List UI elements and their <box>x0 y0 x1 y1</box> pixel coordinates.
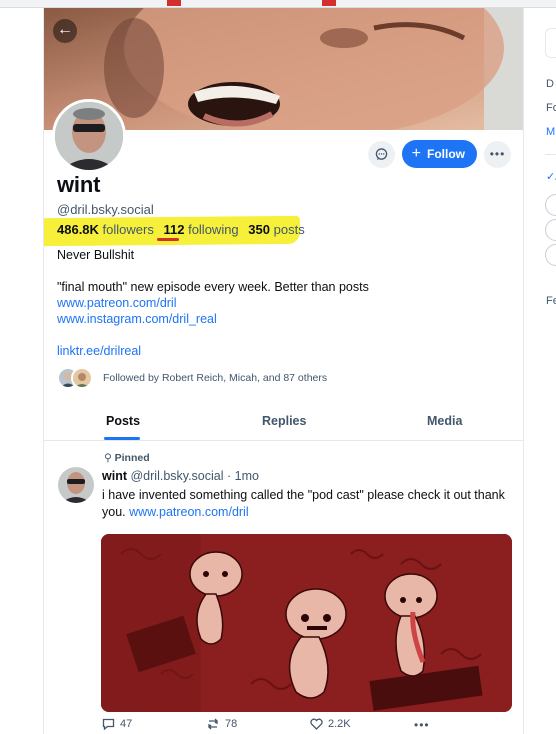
chat-bubble-icon <box>375 147 387 160</box>
following-link[interactable]: 112 following <box>163 222 238 237</box>
bio-link-linktree[interactable]: linktr.ee/drilreal <box>57 343 369 359</box>
sidebar-radio[interactable] <box>545 194 556 216</box>
ellipsis-icon: ••• <box>489 147 506 161</box>
bio-line: Never Bullshit <box>57 248 135 262</box>
post-handle[interactable]: @dril.bsky.social <box>130 469 223 483</box>
follow-button[interactable]: + Follow <box>401 140 477 168</box>
following-count: 112 <box>163 222 185 237</box>
avatar-image <box>55 102 123 170</box>
like-count: 2.2K <box>328 718 351 730</box>
search-box-fragment[interactable] <box>545 28 556 58</box>
post-image[interactable] <box>101 534 512 712</box>
profile-avatar[interactable] <box>52 99 126 173</box>
followers-link[interactable]: 486.8K followers <box>57 222 154 237</box>
red-underline-mark <box>157 238 179 241</box>
pin-icon: ⚲ <box>104 452 112 464</box>
bio-line: "final mouth" new episode every week. Be… <box>57 280 369 294</box>
posts-stat: 350 posts <box>248 222 304 237</box>
active-tab-indicator <box>104 437 140 440</box>
sidebar-radio[interactable] <box>545 244 556 266</box>
repost-count: 78 <box>225 718 238 730</box>
sidebar-text-fragment: D <box>546 78 554 90</box>
tab-media[interactable]: Media <box>427 414 462 428</box>
post-text: i have invented something called the "po… <box>102 487 512 521</box>
sidebar-text-fragment: Fo <box>546 102 556 114</box>
profile-column: ← + Follow ••• wint @dril.bsky.social 48… <box>43 8 524 734</box>
bio-link-instagram[interactable]: www.instagram.com/dril_real <box>57 311 369 327</box>
right-sidebar-fragment: D Fo M ✓/ Fe <box>528 8 556 734</box>
tab-favicon <box>167 0 181 6</box>
pinned-label: Pinned <box>114 452 150 464</box>
message-button[interactable] <box>367 140 395 168</box>
followed-by-row[interactable]: Followed by Robert Reich, Micah, and 87 … <box>57 367 327 389</box>
arrow-left-icon: ← <box>57 21 73 38</box>
post-link[interactable]: www.patreon.com/dril <box>129 505 249 519</box>
post-age[interactable]: 1mo <box>235 469 259 483</box>
sidebar-radio[interactable] <box>545 219 556 241</box>
post-author[interactable]: wint <box>102 469 127 483</box>
repost-icon <box>208 718 218 730</box>
post-separator: · <box>227 469 232 483</box>
post-actions: 47 78 2.2K ••• <box>102 718 442 734</box>
profile-tabs: Posts Replies Media <box>44 406 523 441</box>
podcast-illustration <box>101 534 512 712</box>
follow-label: Follow <box>427 147 465 161</box>
pinned-post[interactable]: ⚲ Pinned wint @dril.bsky.social · 1mo i … <box>44 442 523 734</box>
post-author-avatar[interactable] <box>58 467 94 503</box>
tab-favicon <box>322 0 336 6</box>
profile-bio: Never Bullshit "final mouth" new episode… <box>57 247 369 359</box>
followed-by-text: Followed by Robert Reich, Micah, and 87 … <box>103 372 328 384</box>
display-name: wint <box>57 172 101 197</box>
tab-posts[interactable]: Posts <box>106 414 140 428</box>
repost-button[interactable]: 78 <box>206 718 237 730</box>
post-header: wint @dril.bsky.social · 1mo <box>102 469 259 483</box>
sidebar-text-fragment: Fe <box>546 295 556 307</box>
tab-replies[interactable]: Replies <box>262 414 306 428</box>
sidebar-link-fragment[interactable]: ✓/ <box>546 170 556 183</box>
posts-label: posts <box>273 222 305 237</box>
like-button[interactable]: 2.2K <box>310 718 351 730</box>
more-options-button[interactable]: ••• <box>484 140 511 168</box>
following-label: following <box>188 222 239 237</box>
profile-handle: @dril.bsky.social <box>57 202 154 217</box>
ellipsis-icon: ••• <box>414 718 430 732</box>
pinned-label-row: ⚲ Pinned <box>104 452 150 464</box>
back-button[interactable]: ← <box>53 19 77 43</box>
browser-tab-strip <box>0 0 556 8</box>
reply-icon <box>102 718 115 730</box>
sidebar-link-fragment[interactable]: M <box>546 126 555 138</box>
bio-link-patreon[interactable]: www.patreon.com/dril <box>57 295 369 311</box>
profile-actions: + Follow ••• <box>367 140 511 168</box>
followers-label: followers <box>102 222 154 237</box>
heart-icon <box>310 718 323 730</box>
post-more-button[interactable]: ••• <box>414 718 430 732</box>
posts-count: 350 <box>248 222 270 237</box>
profile-stats: 486.8K followers 112 following 350 posts <box>57 222 305 237</box>
sidebar-divider <box>545 154 556 155</box>
plus-icon: + <box>411 145 421 162</box>
reply-button[interactable]: 47 <box>102 718 132 730</box>
follower-avatar <box>71 367 93 389</box>
reply-count: 47 <box>120 718 133 730</box>
followers-count: 486.8K <box>57 222 99 237</box>
